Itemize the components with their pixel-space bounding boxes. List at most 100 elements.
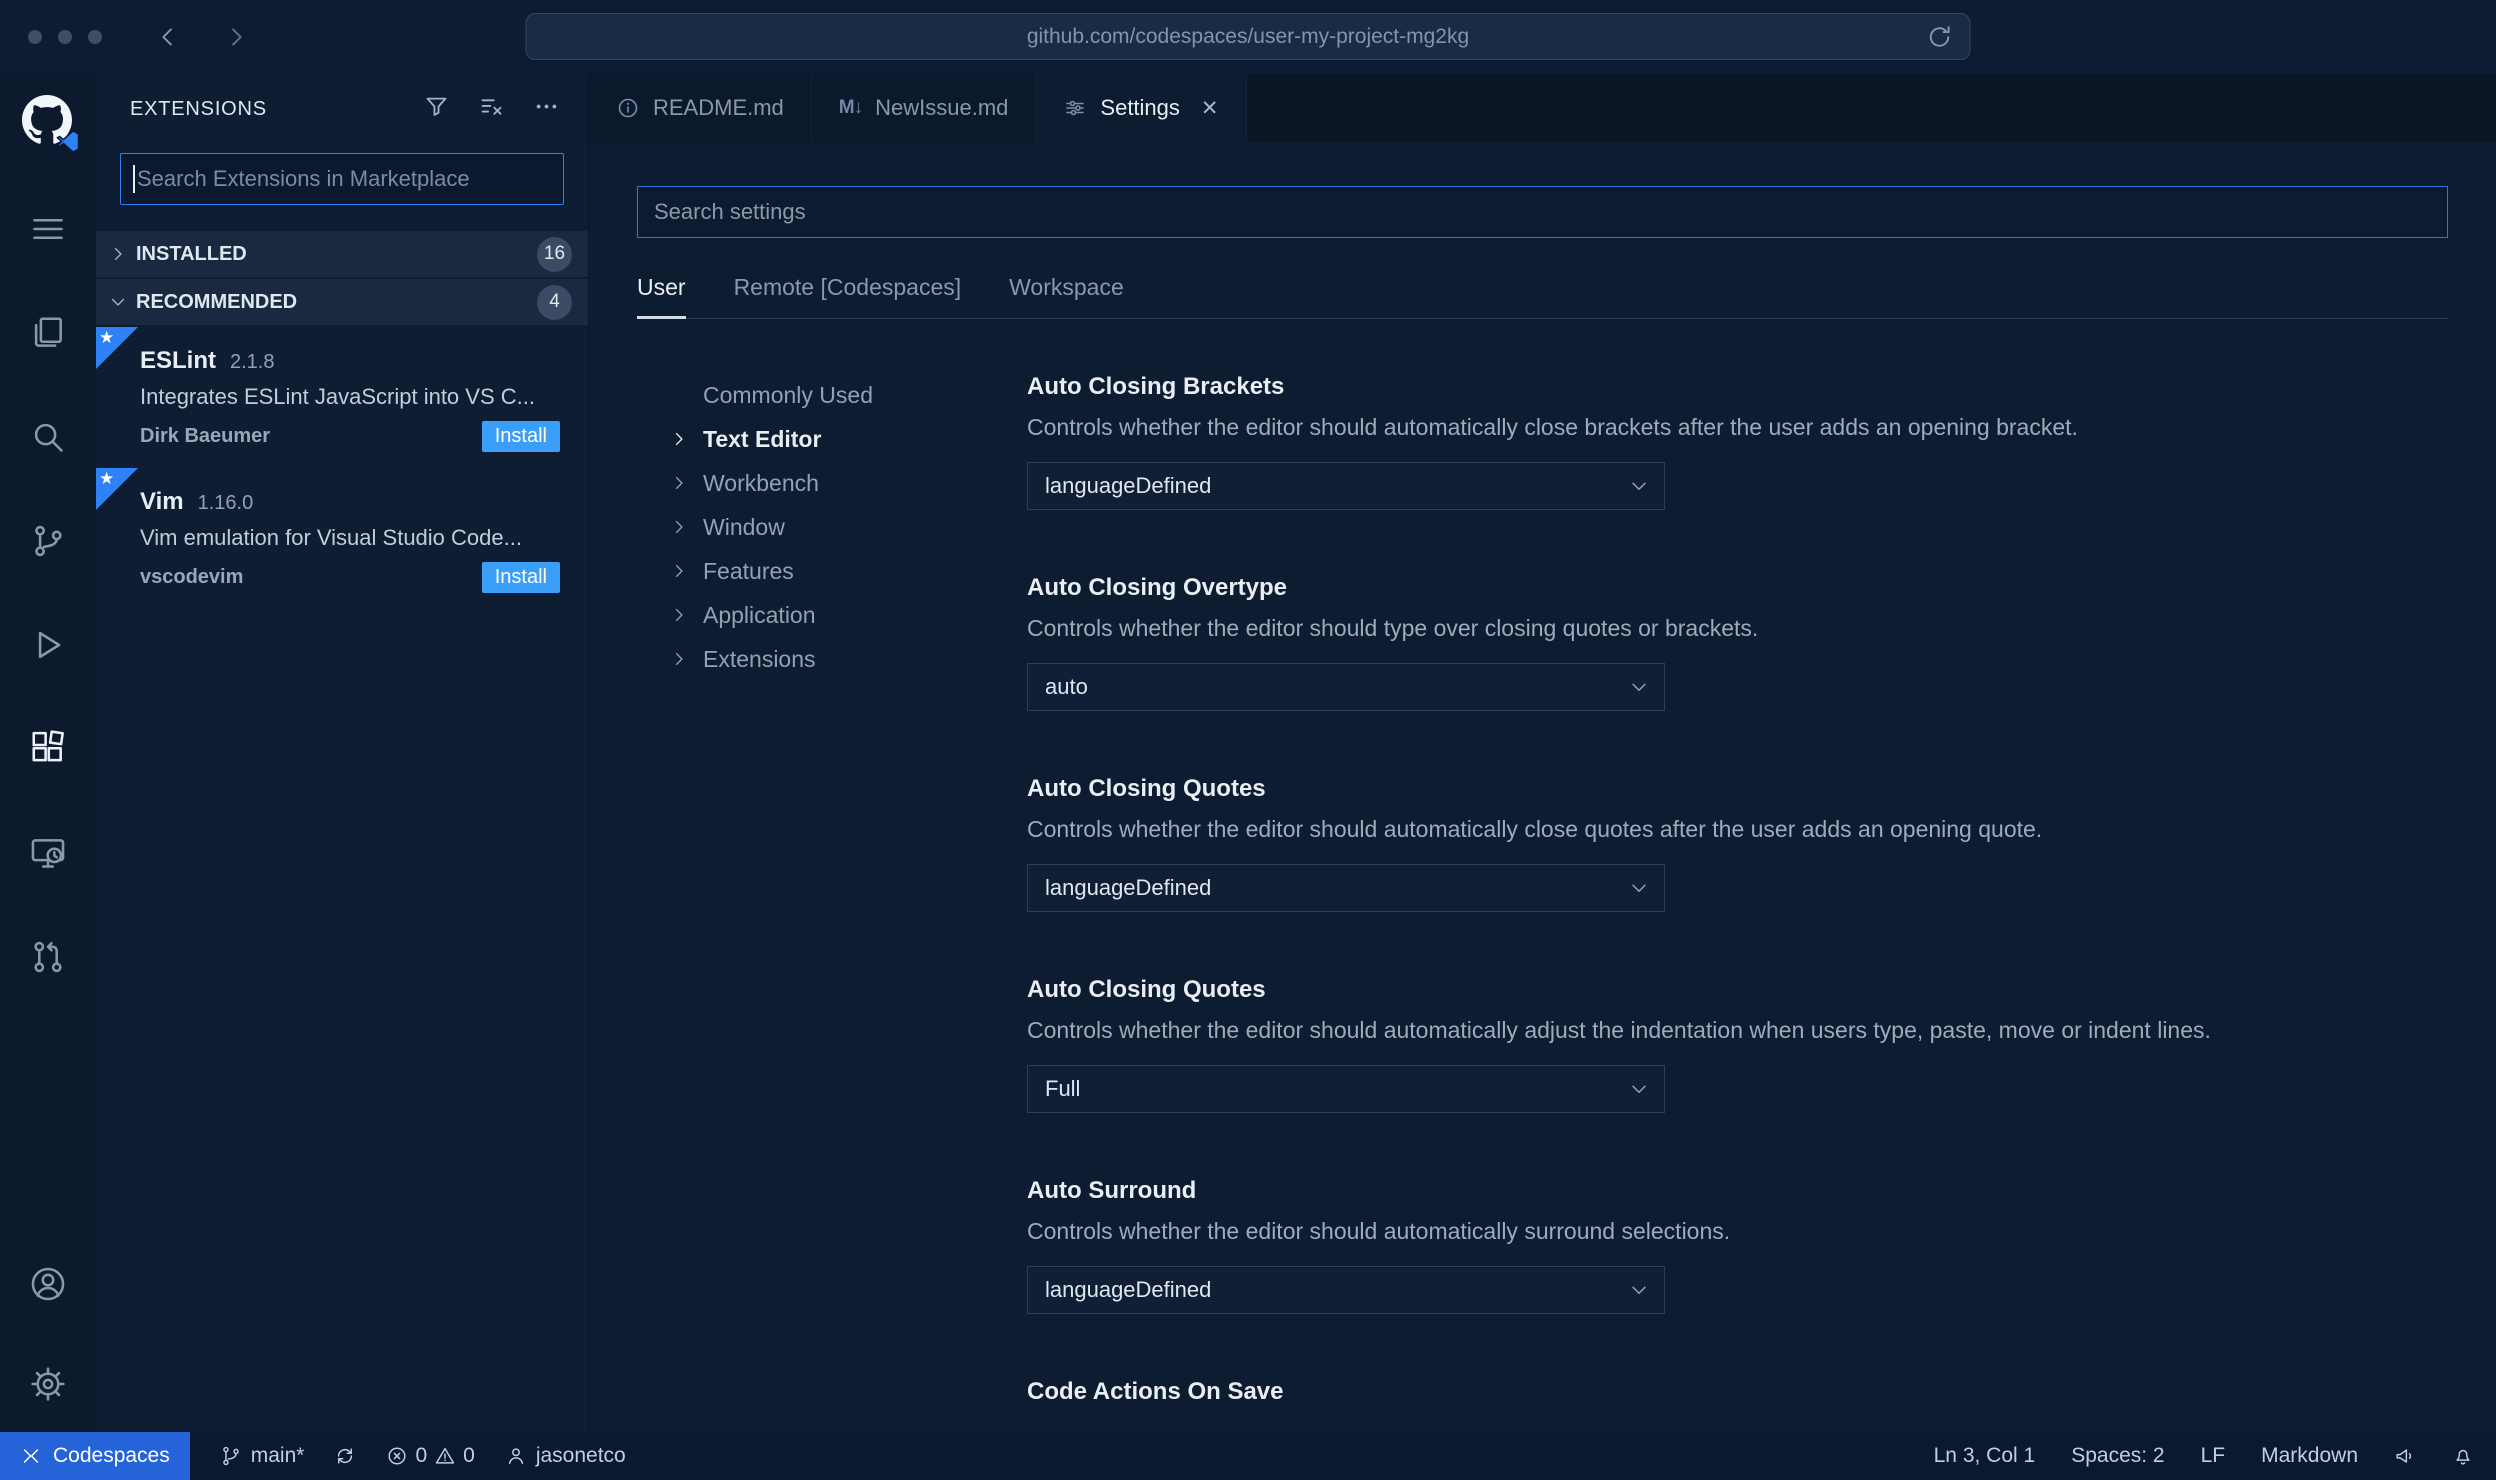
error-count: 0	[415, 1444, 428, 1467]
chevron-right-icon	[675, 608, 683, 622]
window-zoom-button[interactable]	[88, 29, 102, 44]
branch-status[interactable]: main*	[220, 1444, 304, 1468]
setting-select[interactable]: languageDefined	[1027, 462, 1665, 510]
setting-title: Auto Closing Quotes	[1027, 976, 1266, 1003]
account-button[interactable]	[0, 1232, 96, 1336]
chevron-right-icon	[675, 476, 683, 490]
activity-remote-explorer[interactable]	[0, 801, 96, 905]
activity-extensions[interactable]	[0, 697, 96, 801]
setting-description: Controls whether the editor should type …	[1027, 615, 1759, 641]
section-count-badge: 16	[537, 236, 572, 272]
filter-extensions-button[interactable]	[423, 93, 450, 125]
editor-area: README.md M↓ NewIssue.md Settings ✕ User…	[589, 73, 2496, 1432]
settings-editor: User Remote [Codespaces] Workspace Commo…	[589, 143, 2496, 1432]
reload-button[interactable]	[1926, 23, 1954, 57]
chevron-right-icon	[675, 432, 683, 446]
setting-description: Controls whether the editor should autom…	[1027, 414, 2078, 440]
chevron-down-icon	[111, 298, 125, 306]
editor-tab-bar: README.md M↓ NewIssue.md Settings ✕	[589, 73, 2496, 143]
extension-description: Integrates ESLint JavaScript into VS C..…	[140, 384, 535, 409]
menu-button[interactable]	[0, 177, 96, 281]
language-mode-status[interactable]: Markdown	[2261, 1444, 2358, 1468]
more-actions-button[interactable]	[533, 93, 560, 125]
install-button[interactable]: Install	[481, 562, 560, 593]
toc-workbench[interactable]: Workbench	[669, 461, 1027, 505]
extension-name: Vim	[140, 488, 184, 515]
star-icon: ★	[99, 328, 115, 347]
setting-select[interactable]: languageDefined	[1027, 1266, 1665, 1314]
browser-forward-button[interactable]	[222, 23, 250, 51]
settings-list: Auto Closing Brackets Controls whether t…	[1027, 373, 2448, 1432]
extension-author: vscodevim	[140, 566, 244, 588]
setting-item: Auto Surround Controls whether the edito…	[1027, 1177, 2448, 1314]
manage-settings-button[interactable]	[0, 1336, 96, 1432]
eol-status[interactable]: LF	[2201, 1444, 2226, 1468]
codespaces-remote-button[interactable]: Codespaces	[0, 1432, 190, 1480]
workbench: EXTENSIONS INSTALLED 16	[0, 73, 2496, 1432]
setting-title: Auto Closing Brackets	[1027, 373, 1285, 400]
activity-source-control[interactable]	[0, 489, 96, 593]
toc-text-editor[interactable]: Text Editor	[669, 417, 1027, 461]
scope-tab-workspace[interactable]: Workspace	[1009, 274, 1124, 318]
sync-icon	[338, 1448, 353, 1464]
setting-item: Auto Closing Overtype Controls whether t…	[1027, 574, 2448, 711]
setting-item: Auto Closing Quotes Controls whether the…	[1027, 976, 2448, 1113]
chevron-right-icon	[675, 520, 683, 534]
username: jasonetco	[535, 1444, 626, 1467]
scope-tab-user[interactable]: User	[637, 274, 686, 319]
extension-list-item[interactable]: ★ ESLint 2.1.8 Integrates ESLint JavaScr…	[96, 327, 588, 468]
setting-select[interactable]: languageDefined	[1027, 864, 1665, 912]
install-button[interactable]: Install	[481, 421, 560, 452]
gear-icon	[31, 1367, 65, 1401]
toc-features[interactable]: Features	[669, 549, 1027, 593]
toc-application[interactable]: Application	[669, 593, 1027, 637]
toc-extensions[interactable]: Extensions	[669, 637, 1027, 681]
settings-search-input[interactable]	[637, 186, 2448, 238]
notifications-button[interactable]	[2452, 1445, 2474, 1467]
error-icon	[388, 1447, 406, 1465]
section-installed[interactable]: INSTALLED 16	[96, 231, 588, 277]
cursor-position-status[interactable]: Ln 3, Col 1	[1934, 1444, 2036, 1468]
setting-description: Controls whether the editor should autom…	[1027, 816, 2043, 842]
setting-select[interactable]: auto	[1027, 663, 1665, 711]
sync-button[interactable]	[334, 1445, 356, 1467]
activity-explorer[interactable]	[0, 281, 96, 385]
setting-item: Code Actions On Save	[1027, 1378, 2448, 1406]
tab-settings[interactable]: Settings ✕	[1036, 73, 1247, 143]
scope-tab-remote[interactable]: Remote [Codespaces]	[734, 274, 962, 318]
toc-window[interactable]: Window	[669, 505, 1027, 549]
section-recommended[interactable]: RECOMMENDED 4	[96, 279, 588, 325]
address-bar[interactable]: github.com/codespaces/user-my-project-mg…	[525, 13, 1971, 60]
user-status[interactable]: jasonetco	[505, 1444, 626, 1468]
chevron-down-icon	[1632, 1085, 1646, 1093]
markdown-icon: M↓	[838, 97, 863, 118]
warning-count: 0	[463, 1444, 475, 1467]
filter-icon	[426, 97, 447, 116]
clear-extensions-search-button[interactable]	[478, 93, 505, 125]
activity-search[interactable]	[0, 385, 96, 489]
account-icon	[31, 1267, 65, 1301]
close-tab-icon[interactable]: ✕	[1201, 96, 1219, 121]
extensions-search-input[interactable]	[120, 153, 564, 205]
github-codespaces-logo[interactable]	[22, 95, 80, 153]
settings-scope-tabs: User Remote [Codespaces] Workspace	[637, 274, 2448, 319]
activity-pull-requests[interactable]	[0, 905, 96, 1009]
extension-list-item[interactable]: ★ Vim 1.16.0 Vim emulation for Visual St…	[96, 468, 588, 609]
tab-readme[interactable]: README.md	[589, 73, 812, 143]
section-count-badge: 4	[537, 284, 572, 320]
remote-explorer-icon	[31, 839, 65, 868]
activity-run-debug[interactable]	[0, 593, 96, 697]
problems-status[interactable]: 0 0	[386, 1444, 475, 1468]
chevron-down-icon	[1632, 884, 1646, 892]
feedback-megaphone-icon	[2396, 1449, 2412, 1463]
chevron-right-icon	[114, 247, 122, 261]
browser-back-button[interactable]	[154, 23, 182, 51]
browser-chrome: github.com/codespaces/user-my-project-mg…	[0, 0, 2496, 73]
tab-newissue[interactable]: M↓ NewIssue.md	[811, 73, 1037, 143]
indentation-status[interactable]: Spaces: 2	[2071, 1444, 2164, 1468]
setting-select[interactable]: Full	[1027, 1065, 1665, 1113]
window-close-button[interactable]	[28, 29, 42, 44]
toc-commonly-used[interactable]: Commonly Used	[669, 373, 1027, 417]
window-minimize-button[interactable]	[58, 29, 72, 44]
feedback-button[interactable]	[2394, 1445, 2416, 1467]
